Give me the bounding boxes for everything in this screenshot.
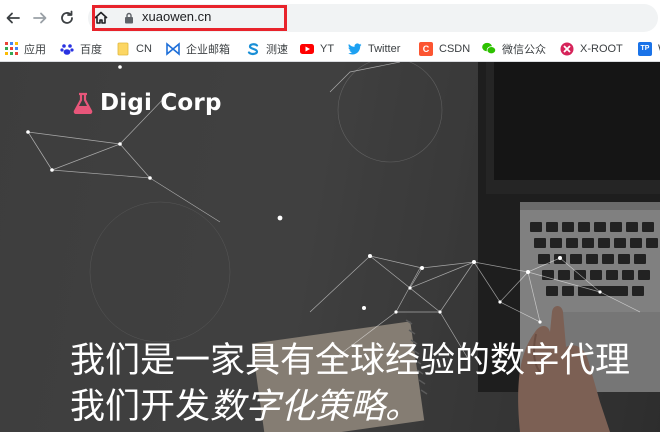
bookmarks-bar: 应用 百度 CN 企业邮箱 测速 YT Twitter C CSDN 微信公众 … xyxy=(0,36,660,62)
bookmark-mail[interactable]: 企业邮箱 xyxy=(166,40,230,57)
forward-button[interactable] xyxy=(29,7,51,29)
apps-grid-icon xyxy=(4,42,18,56)
browser-window: xuaowen.cn 应用 百度 CN 企业邮箱 测速 YT Twitter C… xyxy=(0,0,660,432)
bookmark-twitter[interactable]: Twitter xyxy=(348,40,400,57)
bookmark-apps[interactable]: 应用 xyxy=(4,40,46,57)
bookmark-label: 测速 xyxy=(266,43,288,56)
reload-button[interactable] xyxy=(56,7,78,29)
bookmark-baidu[interactable]: 百度 xyxy=(60,40,102,57)
bookmark-label: CN xyxy=(136,42,152,55)
flask-icon xyxy=(73,92,93,114)
hero-headline: 我们是一家具有全球经验的数字代理 我们开发数字化策略。 xyxy=(70,338,630,430)
back-button[interactable] xyxy=(2,7,24,29)
speedtest-s-icon xyxy=(246,42,260,56)
bookmark-label: 企业邮箱 xyxy=(186,43,230,56)
headline-line-1: 我们是一家具有全球经验的数字代理 xyxy=(70,341,631,381)
youtube-icon xyxy=(300,42,314,56)
bookmark-label: Twitter xyxy=(368,42,401,55)
bookmark-xroot[interactable]: X-ROOT xyxy=(560,40,623,57)
bookmark-label: 应用 xyxy=(24,43,46,56)
headline-line-2-italic: 数字化策略。 xyxy=(210,387,421,427)
wechat-icon xyxy=(482,42,496,56)
bookmark-label: 微信公众 xyxy=(502,43,546,56)
headline-line-2-plain: 我们开发 xyxy=(70,387,211,427)
forward-arrow-icon xyxy=(33,12,47,24)
back-arrow-icon xyxy=(6,12,20,24)
bookmark-label: YT xyxy=(320,42,335,55)
bookmark-yt[interactable]: YT xyxy=(300,40,334,57)
bookmark-speedtest[interactable]: 测速 xyxy=(246,40,288,57)
bookmark-wechat[interactable]: 微信公众 xyxy=(482,40,546,57)
url-highlight-annotation xyxy=(92,5,287,31)
bookmark-tp[interactable]: TP W xyxy=(638,40,660,57)
hero-section: Digi Corp 我们是一家具有全球经验的数字代理 我们开发数字化策略。 xyxy=(0,62,660,432)
mail-bowtie-icon xyxy=(166,41,180,56)
logo-text: Digi Corp xyxy=(100,90,222,116)
bookmark-cn[interactable]: CN xyxy=(116,40,152,57)
browser-toolbar: xuaowen.cn xyxy=(0,0,660,36)
csdn-c-icon: C xyxy=(419,41,433,56)
bookmark-label: CSDN xyxy=(439,42,471,55)
bookmark-label: 百度 xyxy=(80,43,102,56)
reload-icon xyxy=(61,10,73,24)
folder-icon xyxy=(116,42,130,56)
bookmark-csdn[interactable]: C CSDN xyxy=(419,40,470,57)
baidu-paw-icon xyxy=(60,42,74,56)
tp-icon: TP xyxy=(638,41,652,56)
twitter-bird-icon xyxy=(348,42,362,56)
xroot-icon xyxy=(560,42,574,56)
bookmark-label: X-ROOT xyxy=(580,42,623,55)
site-logo[interactable]: Digi Corp xyxy=(72,90,222,116)
headline-line-2: 我们开发数字化策略。 xyxy=(70,384,630,430)
